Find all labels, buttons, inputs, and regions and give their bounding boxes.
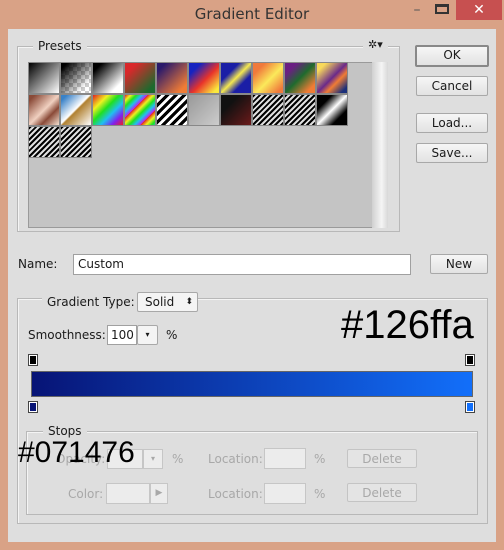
preset-swatch[interactable]: [28, 126, 60, 158]
name-label: Name:: [18, 257, 58, 271]
maximize-button[interactable]: [435, 4, 449, 14]
color-delete-button[interactable]: Delete: [347, 483, 417, 502]
preset-swatch[interactable]: [220, 62, 252, 94]
color-location-input[interactable]: [264, 483, 306, 504]
color-menu-arrow[interactable]: ▶: [150, 483, 168, 504]
opacity-delete-button[interactable]: Delete: [347, 449, 417, 468]
preset-swatch[interactable]: [316, 94, 348, 126]
preset-swatch[interactable]: [188, 94, 220, 126]
preset-swatch[interactable]: [92, 94, 124, 126]
start-color-annotation: #071476: [18, 436, 135, 469]
preset-swatch[interactable]: [60, 126, 92, 158]
end-color-annotation: #126ffa: [341, 303, 474, 347]
gradient-type-label: Gradient Type:: [42, 295, 140, 309]
preset-swatch[interactable]: [156, 94, 188, 126]
opacity-unit: %: [172, 452, 184, 466]
color-swatch[interactable]: [106, 483, 150, 504]
color-location-label: Location:: [208, 487, 263, 501]
opacity-stop-left[interactable]: [28, 354, 38, 366]
preset-swatch[interactable]: [188, 62, 220, 94]
color-stop-right[interactable]: [465, 401, 475, 413]
smoothness-dropdown[interactable]: ▾: [137, 325, 158, 345]
color-stop-left[interactable]: [28, 401, 38, 413]
preset-swatch[interactable]: [124, 94, 156, 126]
load-button[interactable]: Load...: [416, 113, 488, 133]
preset-swatch[interactable]: [28, 62, 60, 94]
preset-swatch[interactable]: [284, 94, 316, 126]
close-button[interactable]: ✕: [456, 0, 502, 20]
opacity-location-label: Location:: [208, 452, 263, 466]
opacity-location-unit: %: [314, 452, 326, 466]
gradient-type-value: Solid: [145, 295, 175, 309]
save-button[interactable]: Save...: [416, 143, 488, 163]
smoothness-label: Smoothness:: [28, 328, 106, 342]
new-button[interactable]: New: [430, 254, 488, 274]
preset-swatch[interactable]: [124, 62, 156, 94]
name-input[interactable]: Custom: [73, 254, 411, 275]
smoothness-unit: %: [166, 328, 178, 342]
ok-button[interactable]: OK: [415, 45, 489, 67]
presets-label: Presets: [33, 39, 87, 53]
gradient-bar[interactable]: [31, 371, 473, 397]
opacity-stop-right[interactable]: [465, 354, 475, 366]
color-label: Color:: [68, 487, 104, 501]
cancel-button[interactable]: Cancel: [416, 76, 488, 96]
gear-icon[interactable]: ✲▾: [363, 38, 388, 51]
smoothness-input[interactable]: 100: [107, 325, 137, 345]
preset-swatch[interactable]: [92, 62, 124, 94]
opacity-dropdown[interactable]: ▾: [143, 449, 163, 469]
preset-swatch[interactable]: [28, 94, 60, 126]
preset-swatch[interactable]: [220, 94, 252, 126]
presets-scrollbar[interactable]: [372, 62, 388, 228]
minimize-button[interactable]: –: [405, 2, 429, 22]
color-location-unit: %: [314, 487, 326, 501]
preset-swatch[interactable]: [60, 94, 92, 126]
gradient-type-select[interactable]: Solid ⬍: [137, 292, 198, 312]
preset-swatch[interactable]: [252, 94, 284, 126]
preset-swatch[interactable]: [284, 62, 316, 94]
updown-icon: ⬍: [185, 297, 193, 307]
opacity-location-input[interactable]: [264, 448, 306, 469]
preset-swatch[interactable]: [156, 62, 188, 94]
preset-swatch[interactable]: [316, 62, 348, 94]
preset-swatch[interactable]: [60, 62, 92, 94]
preset-swatch[interactable]: [252, 62, 284, 94]
